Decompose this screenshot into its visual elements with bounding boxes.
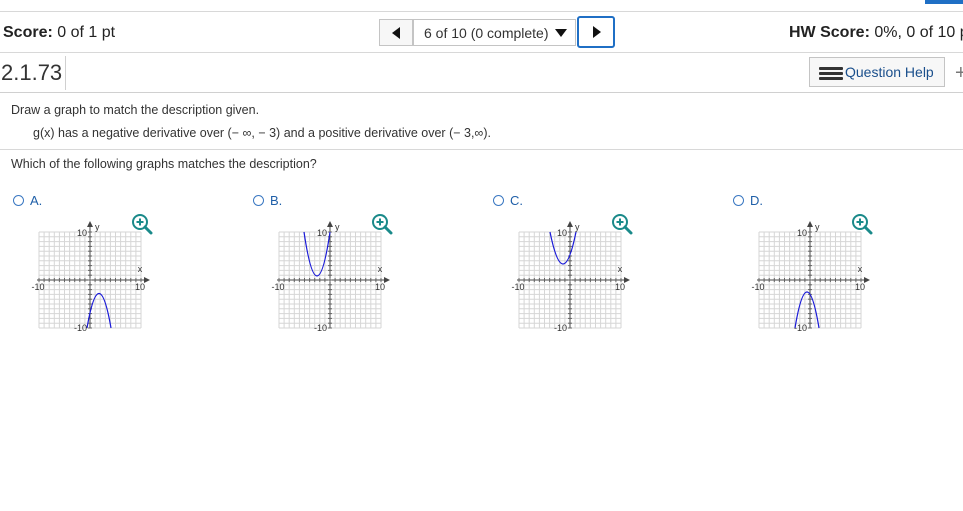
list-icon — [819, 67, 843, 80]
hw-score: HW Score: 0%, 0 of 10 p — [789, 24, 963, 42]
x-axis-label: x — [378, 264, 383, 274]
choice-a[interactable]: A. y x 10 -10 -10 10 — [13, 193, 213, 333]
x-axis-label: x — [858, 264, 863, 274]
choice-label: D. — [750, 193, 763, 208]
x-axis-label: x — [618, 264, 623, 274]
x-max-label: 10 — [855, 282, 865, 292]
score: Score: 0 of 1 pt — [3, 24, 115, 42]
y-min-label: -10 — [794, 323, 807, 333]
plus-icon[interactable]: + — [955, 62, 963, 85]
x-min-label: -10 — [511, 282, 524, 292]
divider — [65, 56, 66, 90]
x-max-label: 10 — [375, 282, 385, 292]
description-text: g(x) has a negative derivative over (− ∞… — [33, 126, 491, 140]
x-min-label: -10 — [751, 282, 764, 292]
radio-button[interactable] — [13, 195, 24, 206]
hw-score-label: HW Score: — [789, 24, 870, 41]
y-min-label: -10 — [314, 323, 327, 333]
y-min-label: -10 — [554, 323, 567, 333]
instruction-text: Draw a graph to match the description gi… — [11, 103, 260, 117]
zoom-in-icon[interactable] — [851, 213, 873, 235]
prompt-text: Which of the following graphs matches th… — [11, 157, 317, 171]
y-axis-label: y — [815, 222, 820, 232]
zoom-in-icon[interactable] — [131, 213, 153, 235]
question-select[interactable]: 6 of 10 (0 complete) — [413, 19, 576, 46]
y-axis-label: y — [575, 222, 580, 232]
x-max-label: 10 — [135, 282, 145, 292]
radio-button[interactable] — [493, 195, 504, 206]
choice-label: C. — [510, 193, 523, 208]
radio-button[interactable] — [253, 195, 264, 206]
radio-button[interactable] — [733, 195, 744, 206]
hw-score-value: 0%, 0 of 10 p — [874, 24, 963, 41]
zoom-in-icon[interactable] — [611, 213, 633, 235]
y-max-label: 10 — [317, 228, 327, 238]
divider — [0, 52, 963, 53]
y-axis-label: y — [335, 222, 340, 232]
choice-c[interactable]: C. y x 10 -10 -10 10 — [493, 193, 693, 333]
next-question-button[interactable] — [577, 16, 615, 48]
y-min-label: -10 — [74, 323, 87, 333]
x-max-label: 10 — [615, 282, 625, 292]
score-label: Score: — [3, 24, 53, 41]
y-max-label: 10 — [77, 228, 87, 238]
function-curve — [303, 231, 331, 277]
question-id: 2.1.73 — [1, 60, 63, 85]
score-value: 0 of 1 pt — [57, 24, 116, 41]
choice-b[interactable]: B. y x 10 -10 -10 10 — [253, 193, 453, 333]
question-select-label: 6 of 10 (0 complete) — [424, 25, 549, 41]
previous-question-button[interactable] — [379, 19, 413, 46]
question-help-button[interactable]: Question Help — [809, 57, 945, 87]
y-max-label: 10 — [557, 228, 567, 238]
choice-label: B. — [270, 193, 283, 208]
choice-d[interactable]: D. y x 10 -10 -10 10 — [733, 193, 933, 333]
top-accent-bar — [925, 0, 963, 4]
divider — [0, 92, 963, 93]
question-help-label: Question Help — [845, 64, 934, 80]
choice-label: A. — [30, 193, 43, 208]
x-min-label: -10 — [31, 282, 44, 292]
x-min-label: -10 — [271, 282, 284, 292]
caret-down-icon — [555, 29, 567, 37]
divider — [0, 149, 963, 150]
y-max-label: 10 — [797, 228, 807, 238]
divider — [0, 11, 963, 12]
y-axis-label: y — [95, 222, 100, 232]
x-axis-label: x — [138, 264, 143, 274]
zoom-in-icon[interactable] — [371, 213, 393, 235]
